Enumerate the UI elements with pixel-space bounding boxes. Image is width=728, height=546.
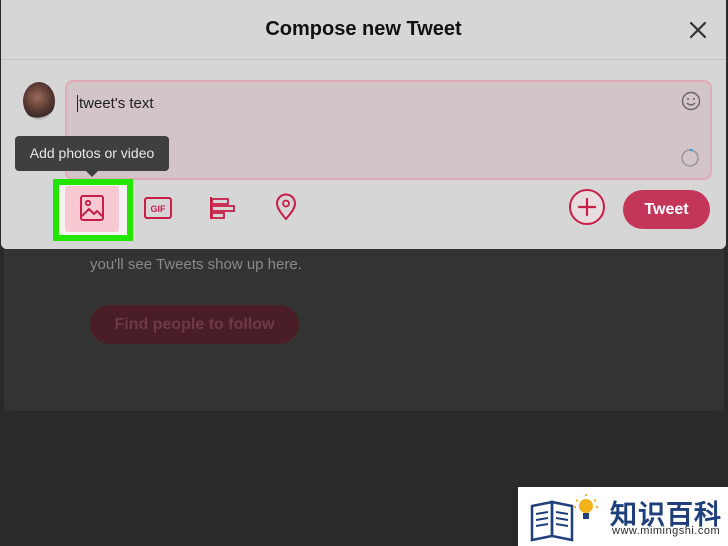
poll-icon xyxy=(210,197,235,219)
add-tweet-button[interactable] xyxy=(569,189,605,225)
poll-button[interactable] xyxy=(204,190,240,226)
find-people-button[interactable]: Find people to follow xyxy=(90,305,299,344)
empty-timeline-text: you'll see Tweets show up here. xyxy=(90,256,302,273)
avatar xyxy=(23,82,55,120)
close-icon xyxy=(689,21,707,39)
book-lightbulb-icon xyxy=(530,494,598,542)
tweet-text-value: tweet's text xyxy=(77,95,154,112)
plus-icon xyxy=(577,197,597,217)
close-button[interactable] xyxy=(686,18,710,42)
photo-icon[interactable] xyxy=(74,192,110,224)
gif-icon: GIF xyxy=(144,197,172,219)
tooltip-caret xyxy=(86,171,98,177)
svg-text:GIF: GIF xyxy=(151,204,167,214)
gif-button[interactable]: GIF xyxy=(140,190,176,226)
modal-title: Compose new Tweet xyxy=(265,18,462,40)
progress-ring-icon xyxy=(681,148,699,167)
tooltip: Add photos or video xyxy=(15,136,169,171)
tweet-button[interactable]: Tweet xyxy=(623,190,710,229)
emoji-icon xyxy=(681,91,701,111)
emoji-button[interactable] xyxy=(681,91,701,111)
watermark-logo: 知识百科 www.mimingshi.com xyxy=(518,487,728,546)
modal-header: Compose new Tweet xyxy=(1,0,726,60)
watermark-url: www.mimingshi.com xyxy=(612,525,721,537)
location-button[interactable] xyxy=(268,190,304,226)
location-icon xyxy=(276,193,296,220)
character-progress-ring xyxy=(680,148,700,168)
